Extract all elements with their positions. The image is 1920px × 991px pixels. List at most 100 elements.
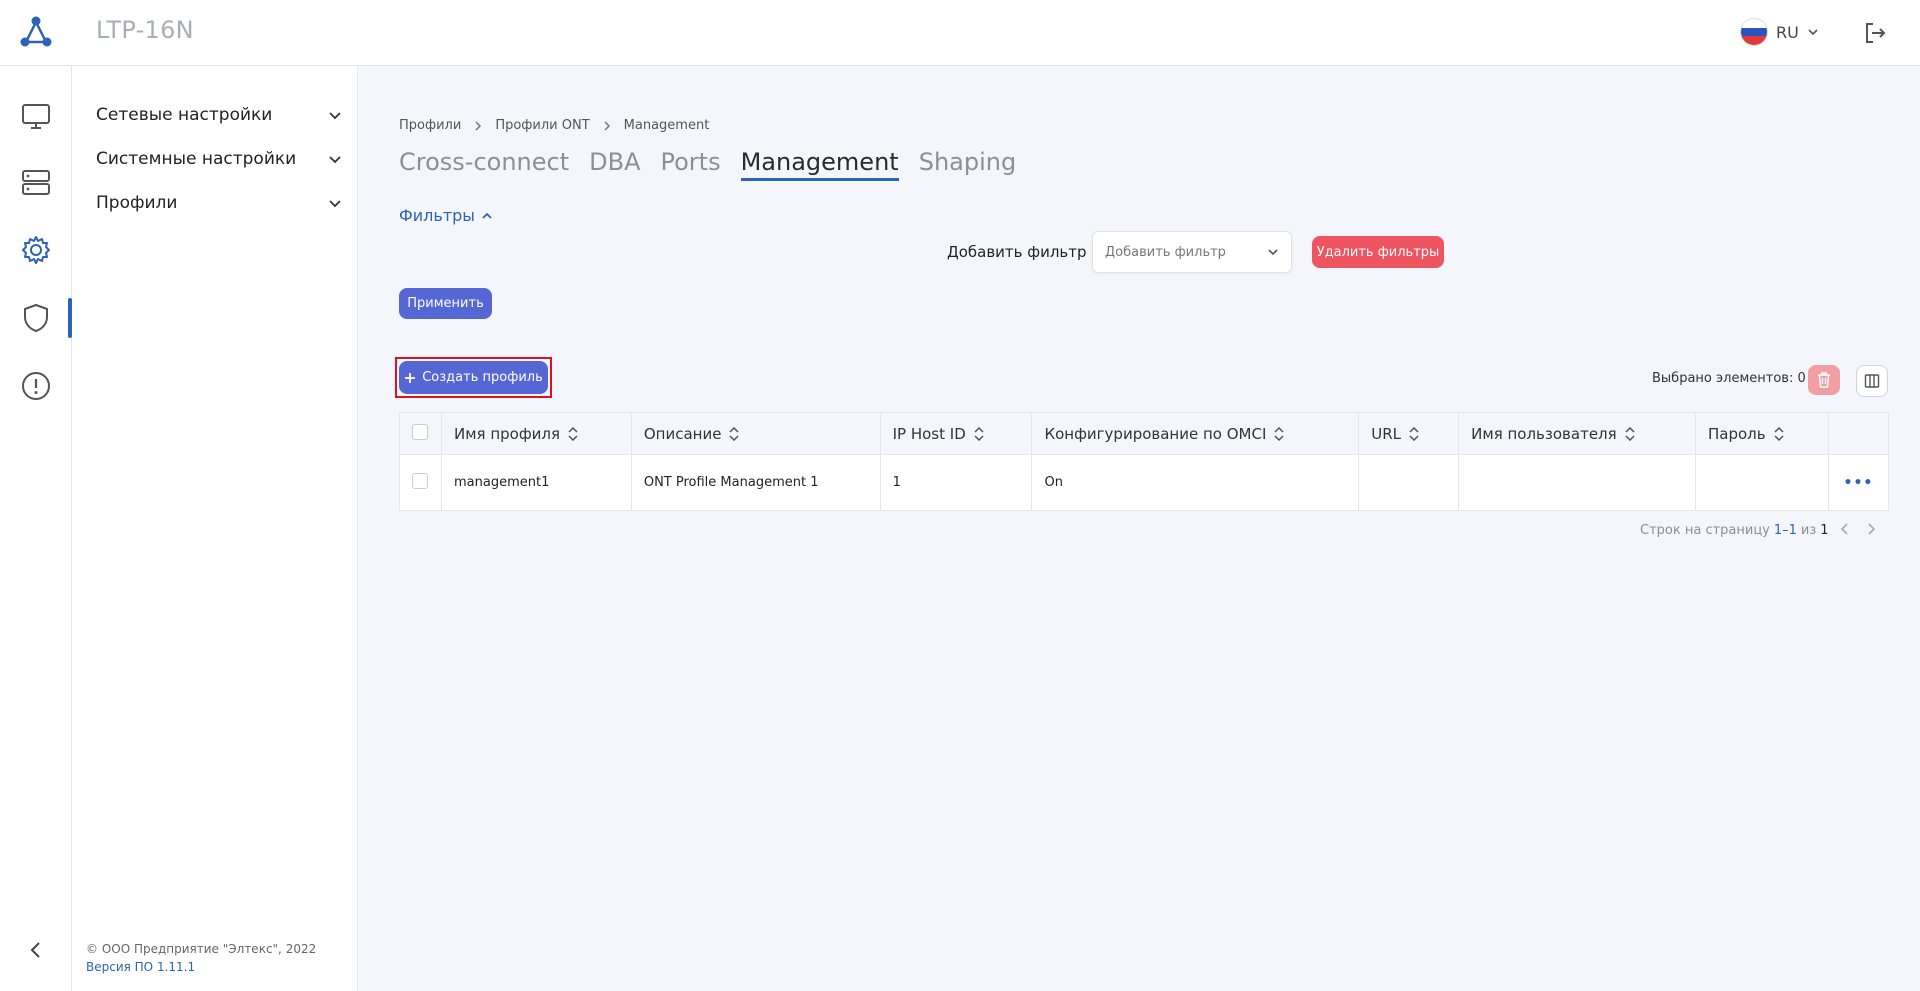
add-filter-select[interactable]: Добавить фильтр — [1092, 231, 1292, 273]
tab-cross-connect[interactable]: Cross-connect — [399, 148, 569, 181]
chevron-left-icon[interactable] — [1839, 522, 1851, 536]
column-header-label: IP Host ID — [892, 424, 966, 443]
cell-password — [1695, 454, 1829, 511]
menu-item-network-settings[interactable]: Сетевые настройки — [96, 101, 342, 129]
cell-name: management1 — [440, 454, 632, 511]
menu-item-label: Профили — [96, 193, 178, 213]
pagination-range: 1–1 — [1773, 523, 1797, 538]
column-header-password[interactable]: Пароль — [1695, 412, 1829, 455]
sort-icon — [1625, 426, 1635, 441]
select-all-checkbox[interactable] — [412, 423, 429, 440]
chevron-right-icon — [475, 120, 482, 131]
cell-description: ONT Profile Management 1 — [630, 454, 881, 511]
table-header-row: Имя профиля Описание IP Host ID Конфигур… — [399, 412, 1890, 455]
column-header-label: Имя пользователя — [1471, 424, 1617, 443]
menu-item-profiles[interactable]: Профили — [96, 189, 342, 217]
chevron-down-icon — [329, 112, 341, 120]
sort-icon — [729, 426, 739, 441]
delete-selected-button[interactable] — [1808, 365, 1840, 395]
profile-tabs: Cross-connect DBA Ports Management Shapi… — [399, 148, 1016, 181]
column-header-label: Имя профиля — [453, 424, 561, 443]
cell-ip-host-id: 1 — [879, 454, 1033, 511]
alert-circle-icon[interactable] — [20, 370, 52, 402]
add-filter-label: Добавить фильтр — [947, 243, 1087, 261]
menu-item-label: Сетевые настройки — [96, 105, 273, 125]
table-row[interactable]: management1 ONT Profile Management 1 1 O… — [399, 454, 1890, 511]
sort-icon — [1274, 426, 1284, 441]
chevron-left-icon[interactable] — [24, 938, 48, 962]
create-profile-highlight: Создать профиль — [395, 357, 552, 398]
top-header: LTP-16N RU — [0, 0, 1920, 66]
column-header-name[interactable]: Имя профиля — [440, 412, 632, 455]
more-actions-icon[interactable]: ••• — [1844, 475, 1874, 491]
row-select-cell — [399, 454, 442, 511]
pagination-total: 1 — [1820, 523, 1829, 538]
column-header-label: Пароль — [1708, 424, 1766, 443]
column-header-label: Описание — [643, 424, 722, 443]
russia-flag-icon — [1740, 18, 1768, 46]
row-checkbox[interactable] — [412, 472, 429, 489]
shield-icon[interactable] — [20, 302, 52, 334]
column-header-actions — [1827, 412, 1890, 455]
column-header-omci[interactable]: Конфигурирование по OMCI — [1031, 412, 1360, 455]
apply-button[interactable]: Применить — [399, 288, 492, 319]
breadcrumb-item-current: Management — [623, 118, 710, 133]
row-actions-cell: ••• — [1827, 454, 1890, 511]
header-select-all — [399, 412, 442, 455]
tab-management[interactable]: Management — [740, 148, 899, 181]
add-filter-placeholder: Добавить фильтр — [1105, 244, 1226, 260]
gear-icon[interactable] — [20, 234, 52, 266]
language-label: RU — [1776, 22, 1799, 42]
menu-item-label: Системные настройки — [96, 149, 297, 169]
column-header-description[interactable]: Описание — [630, 412, 881, 455]
cell-url — [1358, 454, 1460, 511]
create-profile-button[interactable]: Создать профиль — [399, 361, 548, 394]
column-settings-button[interactable] — [1856, 365, 1888, 397]
breadcrumb-item[interactable]: Профили ONT — [495, 118, 589, 133]
monitor-icon[interactable] — [20, 100, 52, 132]
breadcrumb-item[interactable]: Профили — [399, 118, 461, 133]
chevron-right-icon — [604, 120, 610, 131]
copyright-text: © ООО Предприятие "Элтекс", 2022 — [86, 942, 317, 956]
chevron-down-icon — [1808, 29, 1818, 36]
sort-icon — [974, 426, 984, 441]
icon-rail — [0, 66, 72, 991]
sort-icon — [1774, 426, 1784, 441]
pagination-info: Строк на страницу 1–1 из 1 — [1640, 523, 1829, 538]
tab-shaping[interactable]: Shaping — [919, 148, 1017, 181]
breadcrumb: Профили Профили ONT Management — [399, 118, 709, 133]
language-selector[interactable]: RU — [1740, 18, 1819, 46]
menu-footer: © ООО Предприятие "Элтекс", 2022 Версия … — [86, 940, 316, 976]
tab-dba[interactable]: DBA — [589, 148, 640, 181]
chevron-down-icon — [329, 200, 341, 208]
logout-icon[interactable] — [1862, 20, 1888, 46]
column-header-url[interactable]: URL — [1358, 412, 1460, 455]
pagination-of: из — [1800, 523, 1817, 538]
sort-icon — [568, 426, 578, 441]
column-header-ip-host-id[interactable]: IP Host ID — [879, 412, 1033, 455]
chevron-up-icon — [482, 212, 492, 219]
server-icon[interactable] — [20, 166, 52, 198]
chevron-right-icon[interactable] — [1865, 522, 1877, 536]
create-profile-label: Создать профиль — [422, 370, 543, 385]
trash-icon — [1818, 372, 1830, 388]
filters-toggle-label: Фильтры — [399, 206, 475, 225]
columns-icon — [1864, 374, 1880, 388]
clear-filters-button[interactable]: Удалить фильтры — [1312, 236, 1444, 268]
rows-per-page-label: Строк на страницу — [1640, 523, 1770, 538]
menu-item-system-settings[interactable]: Системные настройки — [96, 145, 342, 173]
device-name: LTP-16N — [96, 16, 194, 44]
tab-ports[interactable]: Ports — [661, 148, 721, 181]
version-link[interactable]: Версия ПО 1.11.1 — [86, 958, 316, 976]
cell-omci: On — [1031, 454, 1360, 511]
cell-username — [1458, 454, 1696, 511]
column-header-username[interactable]: Имя пользователя — [1458, 412, 1696, 455]
sort-icon — [1409, 426, 1419, 441]
column-header-label: URL — [1371, 424, 1401, 443]
plus-icon — [405, 372, 416, 383]
selected-count: Выбрано элементов: 0 — [1652, 371, 1806, 386]
profiles-table: Имя профиля Описание IP Host ID Конфигур… — [399, 412, 1890, 511]
filters-toggle[interactable]: Фильтры — [399, 206, 493, 225]
pagination-controls — [1839, 522, 1877, 536]
app-logo-icon[interactable] — [18, 14, 54, 50]
